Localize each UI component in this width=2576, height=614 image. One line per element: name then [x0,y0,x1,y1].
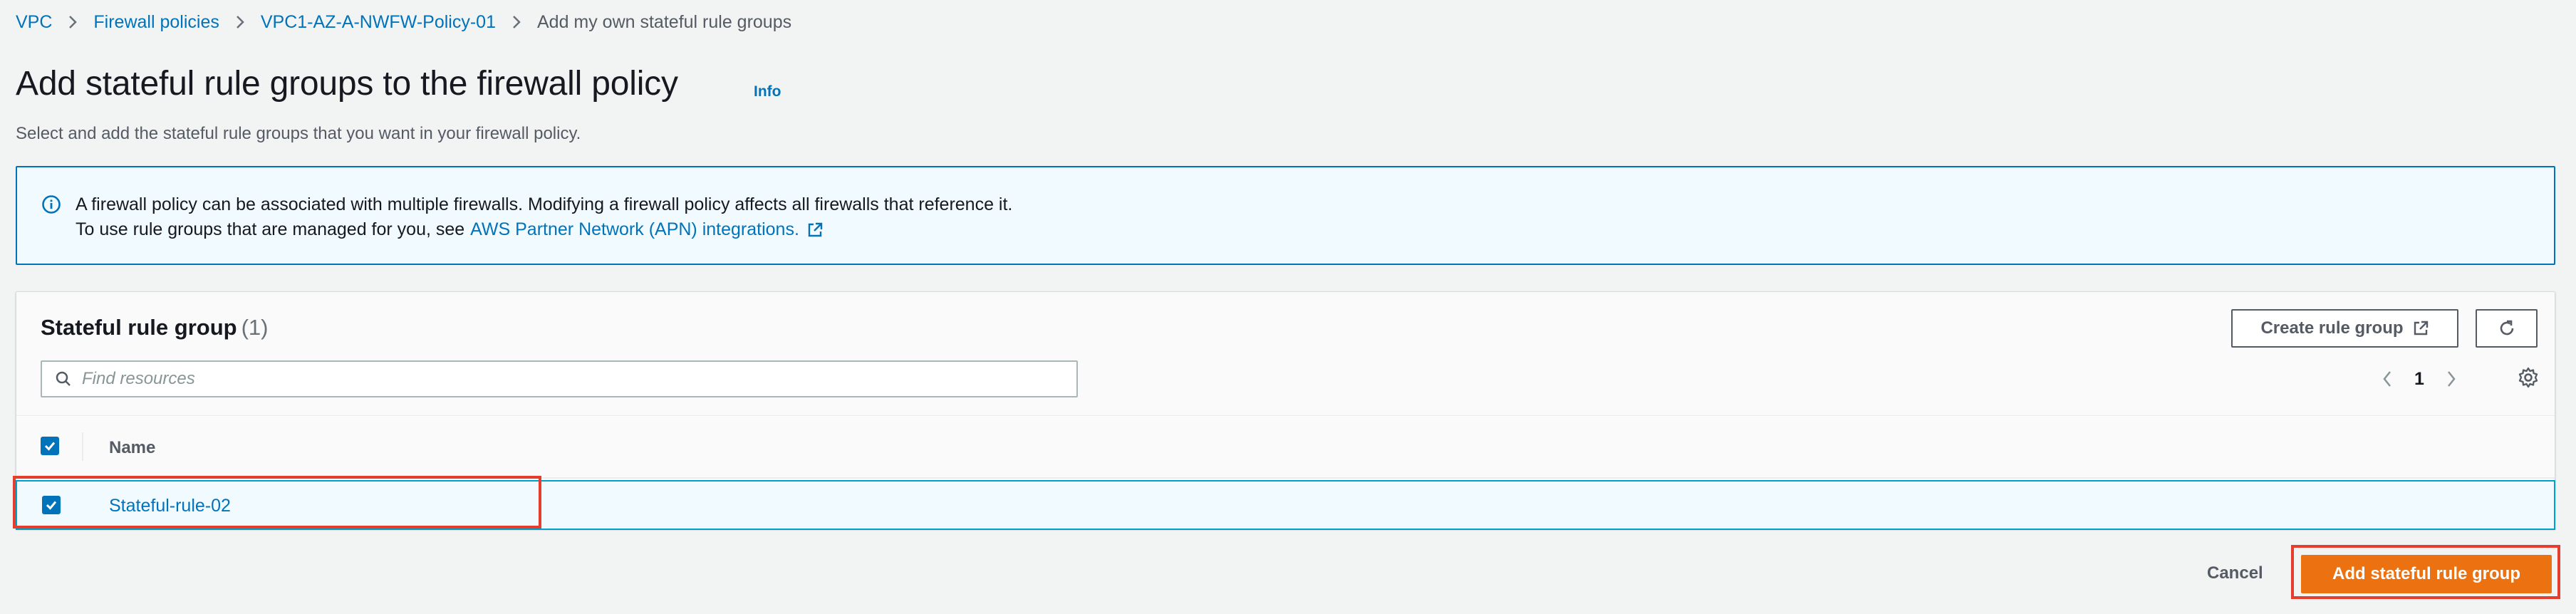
table-header: Stateful rule group (1) Create rule group [16,292,2555,416]
external-link-icon [2412,320,2429,337]
breadcrumb-firewall-policies[interactable]: Firewall policies [93,12,219,33]
stateful-rule-group-table: Stateful rule group (1) Create rule group [16,291,2555,530]
refresh-icon [2497,318,2517,338]
external-link-icon[interactable] [806,222,824,239]
next-page-icon[interactable] [2446,370,2457,388]
table-column-header: Name [16,417,2555,479]
cancel-button[interactable]: Cancel [2194,556,2276,591]
table-count: (1) [241,315,269,340]
rule-group-name-link[interactable]: Stateful-rule-02 [109,496,231,516]
info-alert: A firewall policy can be associated with… [16,166,2555,265]
chevron-right-icon [235,14,245,30]
table-title: Stateful rule group (1) [41,315,268,340]
refresh-button[interactable] [2476,309,2538,348]
search-icon [55,370,72,387]
alert-line-1: A firewall policy can be associated with… [76,194,1013,214]
alert-line-2: To use rule groups that are managed for … [76,219,824,240]
previous-page-icon[interactable] [2382,370,2393,388]
create-rule-group-label: Create rule group [2260,318,2404,338]
alert-line-2-text: To use rule groups that are managed for … [76,219,465,239]
info-link[interactable]: Info [754,83,781,100]
select-all-checkbox[interactable] [41,437,59,455]
column-header-name[interactable]: Name [109,438,155,458]
search-field[interactable] [41,360,1078,397]
apn-integrations-link[interactable]: AWS Partner Network (APN) integrations. [470,219,799,240]
breadcrumb-vpc[interactable]: VPC [16,12,52,33]
page-description: Select and add the stateful rule groups … [16,124,581,143]
column-divider [82,432,83,461]
add-stateful-rule-group-button[interactable]: Add stateful rule group [2301,555,2552,593]
search-input[interactable] [82,369,1044,389]
page-title: Add stateful rule groups to the firewall… [16,65,678,103]
pagination: 1 [2382,366,2457,392]
gear-icon[interactable] [2517,366,2540,389]
table-row[interactable]: Stateful-rule-02 [16,480,2555,530]
row-checkbox[interactable] [42,496,61,514]
chevron-right-icon [68,14,78,30]
page-number[interactable]: 1 [2414,369,2424,390]
breadcrumb: VPC Firewall policies VPC1-AZ-A-NWFW-Pol… [16,10,791,34]
create-rule-group-button[interactable]: Create rule group [2231,309,2458,348]
breadcrumb-policy[interactable]: VPC1-AZ-A-NWFW-Policy-01 [261,12,496,33]
chevron-right-icon [511,14,521,30]
table-title-text: Stateful rule group [41,315,237,340]
breadcrumb-current: Add my own stateful rule groups [536,11,792,32]
info-circle-icon [41,194,61,218]
